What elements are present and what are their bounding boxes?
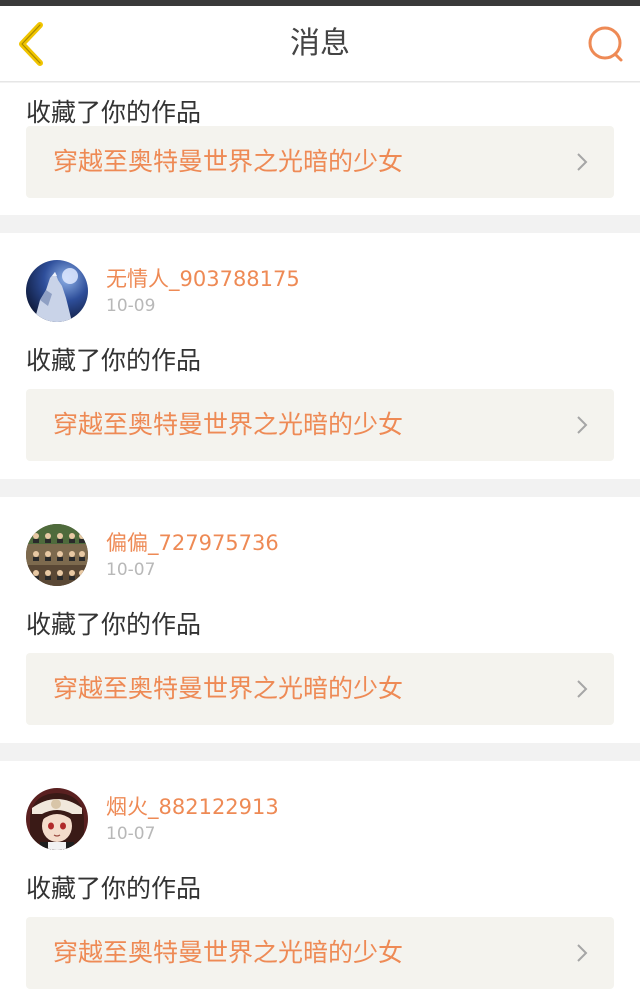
avatar[interactable] [26, 524, 88, 586]
username[interactable]: 无情人_903788175 [106, 263, 300, 293]
notification-date: 10-07 [106, 824, 156, 844]
notification-card: 无情人_903788175 10-09 收藏了你的作品 穿越至奥特曼世界之光暗的… [0, 233, 640, 479]
group-photo-avatar-image [26, 524, 88, 586]
notification-date: 10-09 [106, 296, 156, 316]
work-link[interactable]: 穿越至奥特曼世界之光暗的少女 [26, 389, 614, 461]
chevron-left-icon [19, 22, 43, 66]
notification-action-text: 收藏了你的作品 [26, 98, 202, 127]
message-list: 收藏了你的作品 穿越至奥特曼世界之光暗的少女 无情人_903788175 10-… [0, 83, 640, 1005]
work-title: 穿越至奥特曼世界之光暗的少女 [53, 938, 404, 967]
notification-card: 收藏了你的作品 穿越至奥特曼世界之光暗的少女 [0, 83, 640, 215]
top-nav-bar: 消息 [0, 6, 640, 82]
chevron-right-icon [577, 153, 588, 171]
notification-action-text: 收藏了你的作品 [26, 346, 202, 375]
search-button[interactable] [586, 24, 626, 64]
notification-action-text: 收藏了你的作品 [26, 610, 202, 639]
wolf-avatar-image [26, 260, 88, 322]
username[interactable]: 烟火_882122913 [106, 791, 279, 821]
notification-card: 烟火_882122913 10-07 收藏了你的作品 穿越至奥特曼世界之光暗的少… [0, 761, 640, 1005]
chevron-right-icon [577, 416, 588, 434]
work-link[interactable]: 穿越至奥特曼世界之光暗的少女 [26, 917, 614, 989]
work-title: 穿越至奥特曼世界之光暗的少女 [53, 147, 404, 176]
notification-card: 偏偏_727975736 10-07 收藏了你的作品 穿越至奥特曼世界之光暗的少… [0, 497, 640, 743]
username[interactable]: 偏偏_727975736 [106, 527, 279, 557]
work-title: 穿越至奥特曼世界之光暗的少女 [53, 674, 404, 703]
back-button[interactable] [10, 20, 54, 68]
page-title: 消息 [290, 26, 350, 61]
chevron-right-icon [577, 680, 588, 698]
anime-character-avatar-image [26, 788, 88, 850]
chevron-right-icon [577, 944, 588, 962]
notification-action-text: 收藏了你的作品 [26, 874, 202, 903]
avatar[interactable] [26, 260, 88, 322]
notification-date: 10-07 [106, 560, 156, 580]
work-link[interactable]: 穿越至奥特曼世界之光暗的少女 [26, 126, 614, 198]
work-link[interactable]: 穿越至奥特曼世界之光暗的少女 [26, 653, 614, 725]
work-title: 穿越至奥特曼世界之光暗的少女 [53, 410, 404, 439]
search-icon [588, 26, 623, 62]
avatar[interactable] [26, 788, 88, 850]
